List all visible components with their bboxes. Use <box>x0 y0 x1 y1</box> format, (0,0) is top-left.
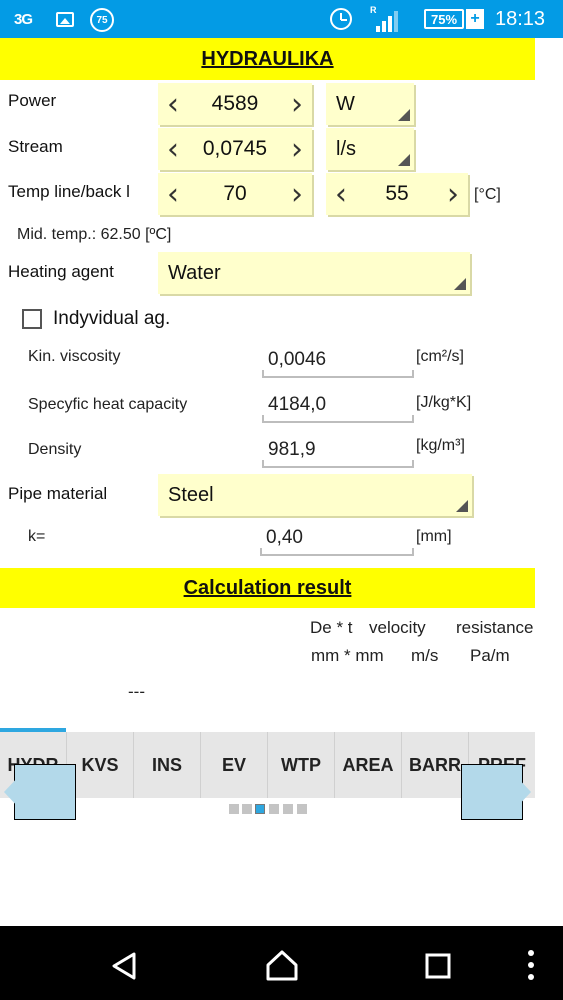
charging-icon: + <box>466 9 484 29</box>
tab-area[interactable]: AREA <box>335 732 402 798</box>
heating-agent-dropdown[interactable]: Water <box>158 252 470 294</box>
prev-button-body <box>14 764 76 820</box>
next-page-button[interactable] <box>461 764 531 821</box>
col3-head: resistance <box>456 618 534 637</box>
status-bar: 3G 75 R 75% + 18:13 <box>0 0 563 38</box>
prev-page-button[interactable] <box>4 764 76 821</box>
k-unit: [mm] <box>416 528 452 545</box>
individual-label: Indyvidual ag. <box>53 308 171 329</box>
tab-kvs[interactable]: KVS <box>67 732 134 798</box>
decrement-icon[interactable]: ‹ <box>158 83 188 125</box>
clock: 18:13 <box>495 7 546 30</box>
page-dot <box>229 804 239 814</box>
power-unit-value: W <box>336 92 355 115</box>
tab-barr[interactable]: BARR <box>402 732 469 798</box>
alarm-icon <box>330 8 352 30</box>
more-icon[interactable] <box>526 948 536 982</box>
signal-icon <box>376 10 402 32</box>
result-title: Calculation result <box>0 568 535 608</box>
heat-capacity-field[interactable]: 4184,0 <box>262 385 414 423</box>
recents-icon[interactable] <box>424 952 452 980</box>
increment-icon[interactable]: › <box>438 173 468 215</box>
pipe-material-dropdown[interactable]: Steel <box>158 474 472 516</box>
increment-icon[interactable]: › <box>282 173 312 215</box>
viscosity-label: Kin. viscosity <box>28 348 121 365</box>
dropdown-arrow-icon <box>398 154 410 166</box>
col1-head: De * t <box>310 618 353 637</box>
system-nav-bar <box>0 926 563 1000</box>
network-type: 3G <box>14 10 33 28</box>
back-icon[interactable] <box>108 950 140 982</box>
increment-icon[interactable]: › <box>282 128 312 170</box>
tab-ins[interactable]: INS <box>134 732 201 798</box>
next-button-body <box>461 764 523 820</box>
result-placeholder: --- <box>128 682 145 701</box>
viscosity-field[interactable]: 0,0046 <box>262 340 414 378</box>
viscosity-unit: [cm²/s] <box>416 348 464 365</box>
temp-unit: [°C] <box>474 186 501 203</box>
col2-unit: m/s <box>411 646 439 665</box>
heat-capacity-unit: [J/kg*K] <box>416 394 472 411</box>
page-dot <box>297 804 307 814</box>
dropdown-arrow-icon <box>456 500 468 512</box>
power-value[interactable]: 4589 <box>188 92 282 116</box>
col2-head: velocity <box>369 618 426 637</box>
page-dot <box>269 804 279 814</box>
battery-icon: 75% <box>424 9 464 29</box>
temp-line-value[interactable]: 70 <box>188 182 282 206</box>
page-dot <box>242 804 252 814</box>
col1-unit: mm * mm <box>311 646 384 665</box>
heating-agent-label: Heating agent <box>8 262 114 281</box>
density-field[interactable]: 981,9 <box>262 430 414 468</box>
stream-unit-value: l/s <box>336 137 356 160</box>
col3-unit: Pa/m <box>470 646 510 665</box>
page-title: HYDRAULIKA <box>0 38 535 80</box>
pipe-material-label: Pipe material <box>8 484 108 503</box>
badge-icon: 75 <box>90 8 114 32</box>
home-icon[interactable] <box>264 948 300 982</box>
tab-ev[interactable]: EV <box>201 732 268 798</box>
dropdown-arrow-icon <box>398 109 410 121</box>
increment-icon[interactable]: › <box>282 83 312 125</box>
dropdown-arrow-icon <box>454 278 466 290</box>
pipe-material-value: Steel <box>168 483 214 506</box>
page-dot <box>283 804 293 814</box>
page-dot-active <box>255 804 265 814</box>
temp-back-value[interactable]: 55 <box>356 182 438 206</box>
power-stepper: ‹ 4589 › <box>158 83 312 125</box>
decrement-icon[interactable]: ‹ <box>326 173 356 215</box>
density-unit: [kg/m³] <box>416 437 465 454</box>
heating-agent-value: Water <box>168 261 221 284</box>
tab-wtp[interactable]: WTP <box>268 732 335 798</box>
power-label: Power <box>8 91 57 110</box>
individual-checkbox[interactable] <box>22 309 42 329</box>
temp-back-stepper: ‹ 55 › <box>326 173 468 215</box>
k-field[interactable]: 0,40 <box>260 518 414 556</box>
image-icon <box>56 12 74 27</box>
stream-unit-dropdown[interactable]: l/s <box>326 128 414 170</box>
decrement-icon[interactable]: ‹ <box>158 128 188 170</box>
arrow-left-icon <box>4 775 20 809</box>
stream-value[interactable]: 0,0745 <box>188 137 282 161</box>
stream-stepper: ‹ 0,0745 › <box>158 128 312 170</box>
tab-bar: HYDR KVS INS EV WTP AREA BARR PREF <box>0 732 535 798</box>
heat-capacity-label: Specyfic heat capacity <box>28 396 188 413</box>
mid-temp: Mid. temp.: 62.50 [ºC] <box>17 226 172 243</box>
stream-label: Stream <box>8 137 63 156</box>
arrow-right-icon <box>515 775 531 809</box>
temp-line-stepper: ‹ 70 › <box>158 173 312 215</box>
density-label: Density <box>28 441 82 458</box>
power-unit-dropdown[interactable]: W <box>326 83 414 125</box>
temp-label: Temp line/back l <box>8 182 130 201</box>
decrement-icon[interactable]: ‹ <box>158 173 188 215</box>
k-label: k= <box>28 528 46 545</box>
